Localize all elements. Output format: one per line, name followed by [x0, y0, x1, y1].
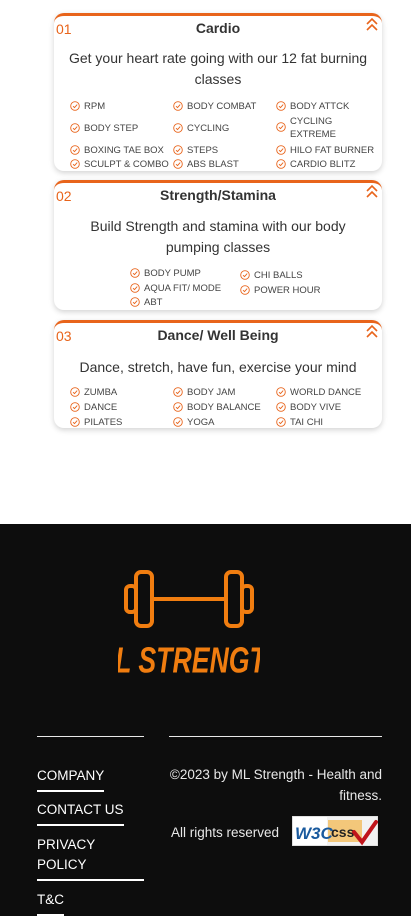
rights-text: All rights reserved: [171, 825, 280, 840]
card-description: Get your heart rate going with our 12 fa…: [68, 50, 368, 87]
divider: [37, 736, 144, 737]
list-item: CYCLING EXTREME: [276, 115, 336, 141]
check-circle-icon: [130, 268, 140, 278]
logo[interactable]: ML STRENGTH: [118, 566, 260, 678]
footer-link-tc[interactable]: T&C: [37, 890, 64, 916]
class-card-cardio: 01 Cardio Get your heart rate going with…: [54, 13, 382, 171]
list-item: BOXING TAE BOX: [70, 144, 170, 157]
footer-link-company[interactable]: COMPANY: [37, 766, 105, 792]
list-item: SCULPT & COMBO: [70, 158, 170, 171]
check-circle-icon: [276, 402, 286, 412]
list-item: BODY VIVE: [276, 401, 380, 414]
list-item: BODY PUMP: [130, 267, 236, 280]
chevron-double-up-icon[interactable]: [365, 323, 379, 339]
list-item: BODY BALANCE: [173, 401, 273, 414]
class-card-strength: 02 Strength/Stamina Build Strength and s…: [54, 180, 382, 310]
list-item: RPM: [70, 100, 168, 113]
check-circle-icon: [276, 387, 286, 397]
list-item: ZUMBA: [70, 386, 168, 399]
check-circle-icon: [173, 387, 183, 397]
check-circle-icon: [173, 417, 183, 427]
check-circle-icon: [130, 297, 140, 307]
check-circle-icon: [276, 417, 286, 427]
chevron-double-up-icon[interactable]: [365, 16, 379, 32]
list-item: CARDIO BLITZ: [276, 158, 380, 171]
check-circle-icon: [240, 270, 250, 280]
svg-text:W3C: W3C: [295, 824, 334, 843]
list-item: PILATES: [70, 416, 168, 429]
footer-link-privacy-policy[interactable]: PRIVACY POLICY: [37, 835, 144, 881]
card-description: Dance, stretch, have fun, exercise your …: [79, 359, 357, 375]
list-item: BODY ATTCK: [276, 100, 380, 113]
check-circle-icon: [173, 123, 183, 133]
list-item: TAI CHI: [276, 416, 380, 429]
check-circle-icon: [173, 402, 183, 412]
check-circle-icon: [173, 101, 183, 111]
check-circle-icon: [276, 145, 286, 155]
list-item: DANCE: [70, 401, 168, 414]
list-item: BODY COMBAT: [173, 100, 271, 113]
list-item: CYCLING: [173, 122, 271, 135]
w3c-css-badge-icon[interactable]: W3C css: [292, 816, 378, 846]
check-circle-icon: [240, 285, 250, 295]
list-item: YOGA: [173, 416, 271, 429]
card-description: Build Strength and stamina with our body…: [90, 218, 346, 255]
footer-link-contact-us[interactable]: CONTACT US: [37, 800, 124, 826]
svg-text:css: css: [331, 824, 355, 840]
list-item: BODY JAM: [173, 386, 271, 399]
copyright-text: ©2023 by ML Strength - Health and fitnes…: [169, 767, 382, 803]
check-circle-icon: [70, 145, 80, 155]
card-title: Strength/Stamina: [160, 187, 276, 203]
list-item: BODY STEP: [70, 122, 168, 135]
list-item: STEPS: [173, 144, 271, 157]
list-item: ABS BLAST: [173, 158, 271, 171]
list-item: AQUA FIT/ MODE: [130, 282, 236, 295]
check-circle-icon: [173, 145, 183, 155]
card-title: Cardio: [195, 20, 241, 36]
check-circle-icon: [276, 122, 286, 132]
check-circle-icon: [70, 159, 80, 169]
check-circle-icon: [173, 159, 183, 169]
check-circle-icon: [276, 159, 286, 169]
list-item: HILO FAT BURNER: [276, 144, 382, 157]
class-card-dance: 03 Dance/ Well Being Dance, stretch, hav…: [54, 320, 382, 428]
logo-text: ML STRENGTH: [118, 639, 260, 678]
list-item: ABT: [130, 296, 236, 309]
check-circle-icon: [130, 283, 140, 293]
check-circle-icon: [276, 101, 286, 111]
check-circle-icon: [70, 417, 80, 427]
check-circle-icon: [70, 101, 80, 111]
list-item: POWER HOUR: [240, 284, 346, 297]
check-circle-icon: [70, 402, 80, 412]
list-item: WORLD DANCE: [276, 386, 380, 399]
card-title: Dance/ Well Being: [157, 327, 279, 343]
check-circle-icon: [70, 387, 80, 397]
chevron-double-up-icon[interactable]: [365, 183, 379, 199]
check-circle-icon: [70, 123, 80, 133]
site-footer: ML STRENGTH COMPANY CONTACT US PRIVACY P…: [0, 524, 411, 916]
divider: [169, 736, 382, 737]
list-item: CHI BALLS: [240, 269, 346, 282]
